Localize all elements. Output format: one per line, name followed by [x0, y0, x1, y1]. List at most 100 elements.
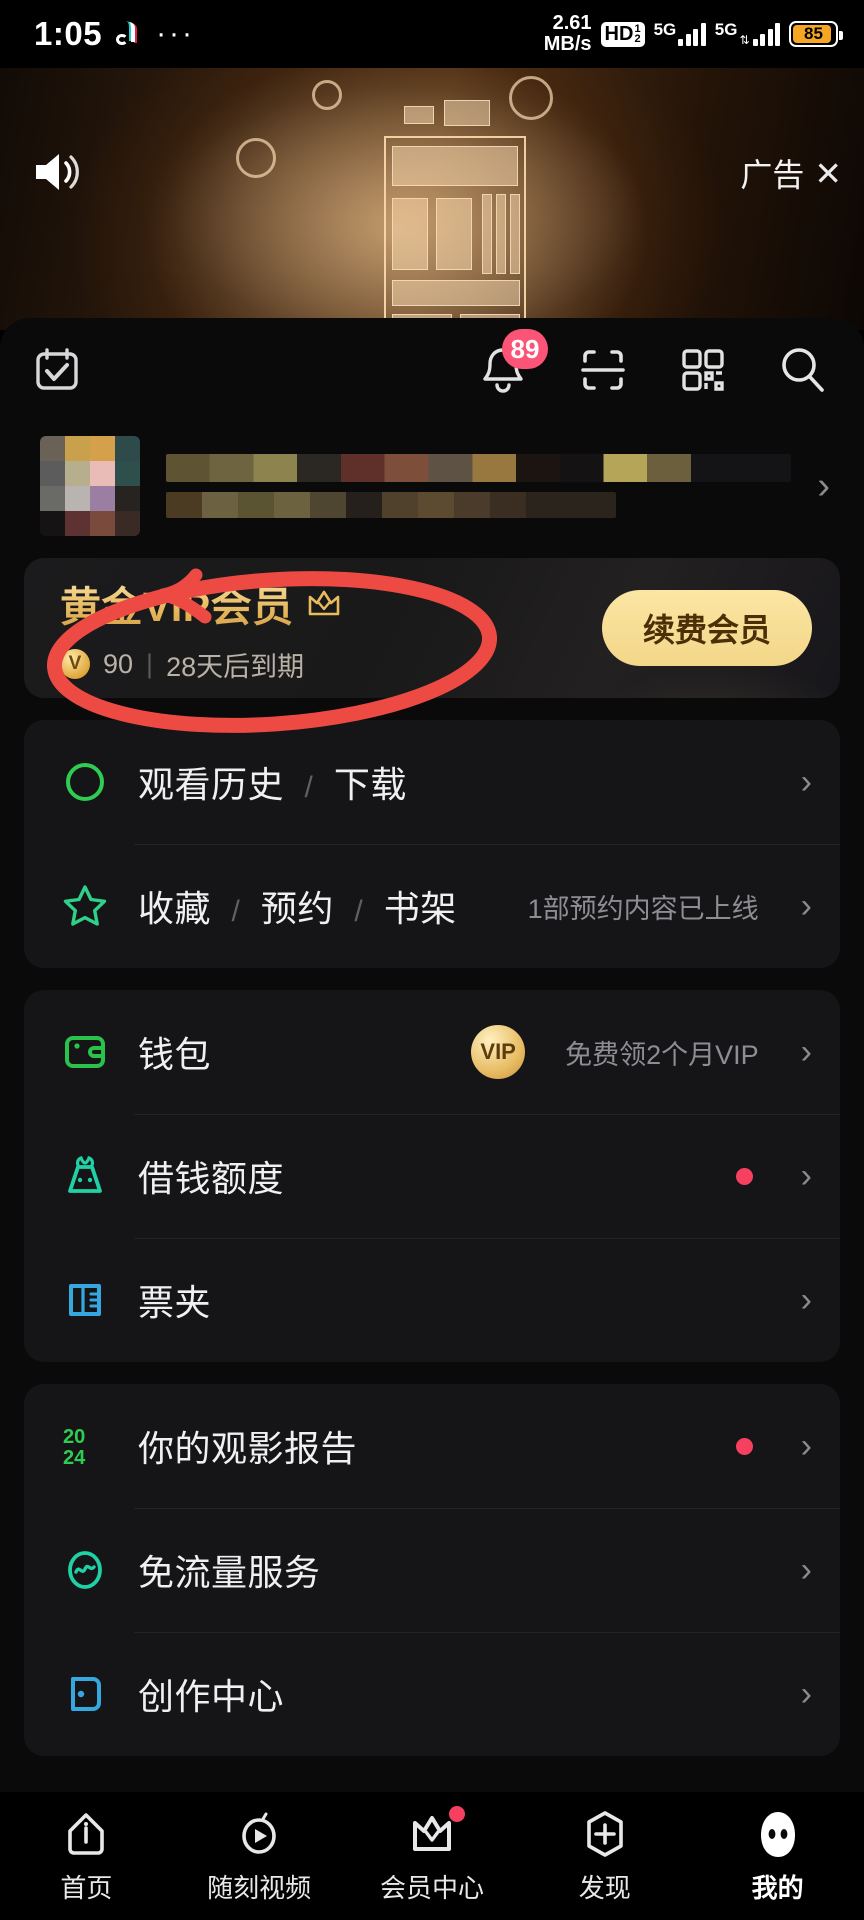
plus-shield-icon [579, 1808, 631, 1860]
red-dot-badge [448, 1805, 465, 1822]
bell-icon[interactable]: 89 [476, 329, 548, 397]
label-separator: / [304, 771, 314, 804]
sim2-signal-bars-icon [752, 22, 780, 46]
chevron-right-icon[interactable]: › [801, 1553, 812, 1587]
nav-label: 随刻视频 [207, 1872, 312, 1903]
search-icon[interactable] [776, 343, 830, 397]
card-history-favorites: 观看历史 / 下载 › 收藏 / 预约 / 书架 1部预约内容已上线 › [24, 720, 840, 968]
vip-info: 黄金VIP会员 V 90 | 28天后到期 [60, 573, 342, 684]
creator-center-icon [58, 1667, 112, 1721]
nav-item-vip-center[interactable]: 会员中心 [357, 1805, 507, 1905]
row-label: 收藏 / 预约 / 书架 [138, 880, 457, 932]
chevron-right-icon[interactable]: › [801, 1429, 812, 1463]
free-data-icon [58, 1543, 112, 1597]
renew-membership-button[interactable]: 续费会员 [602, 590, 812, 666]
scan-frame-icon[interactable] [576, 343, 630, 397]
status-bar: 1:05 ··· 2.61 MB/s HD 1 2 5G 5G ⇅ 85 [0, 0, 864, 68]
toolbar-actions: 89 [476, 329, 830, 397]
row-creator-center[interactable]: 创作中心 › [24, 1632, 840, 1756]
label-bookshelf: 书架 [383, 888, 457, 929]
vip-meta: V 90 | 28天后到期 [60, 645, 342, 684]
row-label: 钱包 [138, 1034, 212, 1075]
chevron-right-icon[interactable]: › [817, 467, 830, 505]
qr-code-icon[interactable] [676, 343, 730, 397]
row-loan-limit[interactable]: 借钱额度 › [24, 1114, 840, 1238]
sim1-signal-bars-icon [678, 22, 706, 46]
profile-face-icon [752, 1808, 804, 1860]
home-icon [60, 1808, 112, 1860]
year-2024-icon: 20 24 [58, 1419, 112, 1473]
hd-voice-icon: HD 1 2 [600, 21, 645, 47]
clock: 1:05 [34, 15, 103, 52]
vip-card[interactable]: 黄金VIP会员 V 90 | 28天后到期 续费会员 [24, 558, 840, 698]
red-dot-badge [735, 1167, 753, 1185]
row-label: 创作中心 [138, 1676, 285, 1717]
nav-label: 我的 [751, 1872, 804, 1903]
card-services-group: 20 24 你的观影报告 › 免流量服务 › 创作中心 › [24, 1384, 840, 1756]
more-notifications-icon: ··· [156, 17, 196, 50]
row-wallet[interactable]: 钱包 VIP 免费领2个月VIP › [24, 990, 840, 1114]
user-profile-row[interactable]: › [0, 422, 864, 542]
row-watch-history-download[interactable]: 观看历史 / 下载 › [24, 720, 840, 844]
status-bar-left: 1:05 ··· [34, 15, 195, 53]
signal-sim2: 5G ⇅ [715, 21, 780, 47]
row-note: 1部预约内容已上线 [527, 893, 759, 924]
user-name-blurred [166, 454, 792, 518]
row-label: 免流量服务 [138, 1552, 321, 1593]
chevron-right-icon[interactable]: › [801, 1159, 812, 1193]
data-transfer-icon: ⇅ [739, 33, 750, 47]
chevron-right-icon[interactable]: › [801, 1035, 812, 1069]
row-label: 票夹 [138, 1282, 212, 1323]
row-favorites-reserve-bookshelf[interactable]: 收藏 / 预约 / 书架 1部预约内容已上线 › [24, 844, 840, 968]
row-free-data-service[interactable]: 免流量服务 › [24, 1508, 840, 1632]
hd-label: HD [604, 22, 634, 45]
row-label: 你的观影报告 [138, 1428, 358, 1469]
label-watch-history: 观看历史 [138, 764, 285, 805]
row-ticket-folder[interactable]: 票夹 › [24, 1238, 840, 1362]
wallet-icon [58, 1025, 112, 1079]
sim1-network-label: 5G [653, 20, 677, 39]
row-note: 免费领2个月VIP [565, 1039, 759, 1070]
row-label: 观看历史 / 下载 [138, 756, 407, 808]
nav-item-discover[interactable]: 发现 [530, 1808, 680, 1905]
signal-sim1: 5G [653, 20, 706, 46]
hd-sim-fraction: 1 2 [634, 24, 640, 45]
ad-label-group: 广告 ✕ [740, 150, 842, 196]
red-dot-badge [735, 1437, 753, 1455]
ad-banner[interactable]: 广告 ✕ [0, 68, 864, 330]
nav-item-home[interactable]: 首页 [11, 1808, 161, 1905]
profile-sheet: 89 › 黄金VIP会员 V 90 | 28天后到期 续费会员 观看历史 / 下… [0, 318, 864, 1920]
close-icon[interactable]: ✕ [814, 154, 842, 193]
top-toolbar: 89 [0, 318, 864, 422]
v-coin-icon: V [60, 649, 90, 679]
nav-label: 发现 [578, 1872, 631, 1903]
vip-title: 黄金VIP会员 [60, 573, 294, 633]
chevron-right-icon[interactable]: › [801, 1677, 812, 1711]
label-favorites: 收藏 [138, 888, 212, 929]
nav-item-mine[interactable]: 我的 [703, 1808, 853, 1905]
vip-coin-count: 90 [103, 648, 134, 679]
user-nickname [166, 454, 792, 482]
user-subtitle [166, 492, 617, 518]
calendar-check-icon[interactable] [30, 343, 84, 397]
status-bar-right: 2.61 MB/s HD 1 2 5G 5G ⇅ 85 [544, 13, 843, 55]
row-viewing-report[interactable]: 20 24 你的观影报告 › [24, 1384, 840, 1508]
star-icon [58, 879, 112, 933]
battery-percent: 85 [804, 24, 823, 43]
play-circle-icon [233, 1808, 285, 1860]
label-separator: / [231, 895, 241, 928]
chevron-right-icon[interactable]: › [801, 765, 812, 799]
crown-icon [306, 587, 342, 619]
chevron-right-icon[interactable]: › [801, 889, 812, 923]
chevron-right-icon[interactable]: › [801, 1283, 812, 1317]
vip-separator: | [146, 648, 154, 679]
avatar[interactable] [40, 436, 140, 536]
history-circle-icon [58, 755, 112, 809]
notification-badge: 89 [502, 329, 548, 369]
speaker-icon[interactable] [30, 148, 82, 196]
network-speed: 2.61 MB/s [544, 13, 592, 55]
nav-item-videos[interactable]: 随刻视频 [184, 1808, 334, 1905]
ticket-icon [58, 1273, 112, 1327]
nav-label: 会员中心 [379, 1872, 484, 1903]
label-separator-2: / [354, 895, 364, 928]
